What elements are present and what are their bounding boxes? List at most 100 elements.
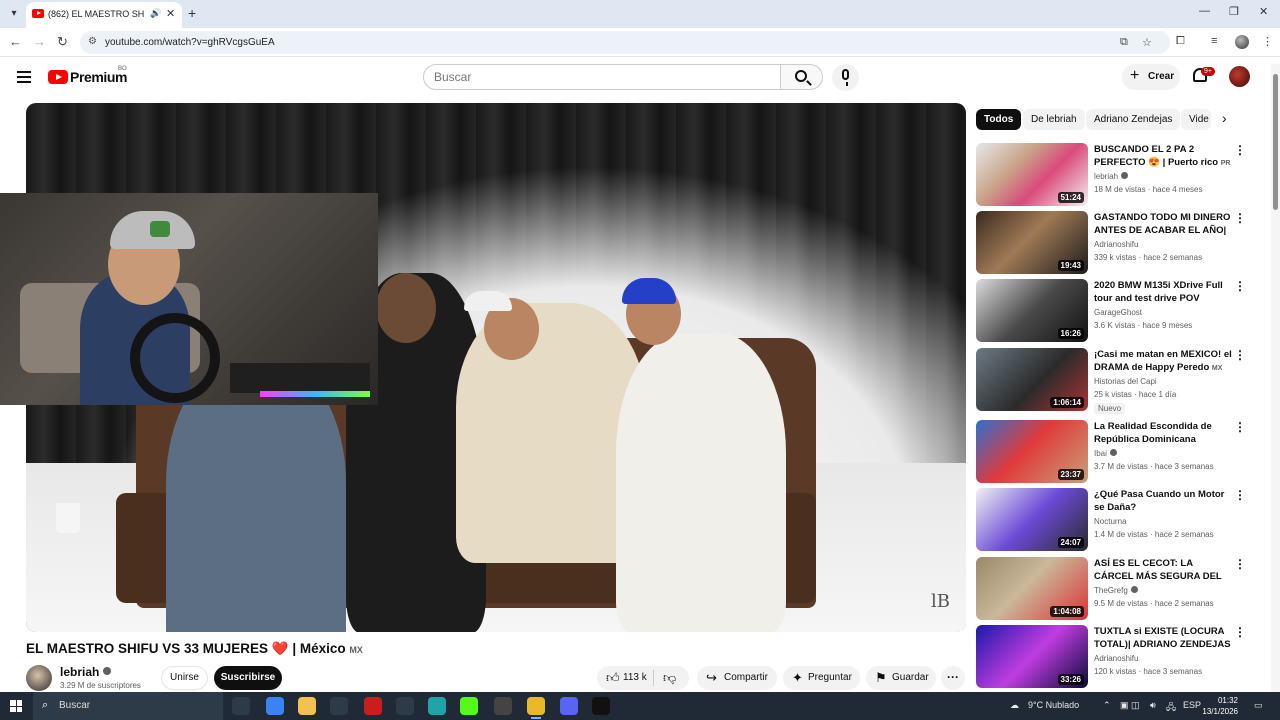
kebab-menu-icon[interactable]: ⋮: [1234, 348, 1246, 362]
create-button[interactable]: + Crear: [1122, 64, 1180, 90]
recommendation-item[interactable]: 16:26 2020 BMW M135i XDrive Full tour and…: [976, 279, 1256, 343]
more-actions-icon[interactable]: ···: [941, 666, 965, 690]
video-thumbnail[interactable]: 51:24: [976, 143, 1088, 206]
app-red-icon[interactable]: [364, 697, 382, 715]
chip-de-lebriah[interactable]: De lebriah: [1023, 109, 1085, 130]
recommendation-channel[interactable]: Ibai: [1094, 449, 1117, 458]
obs-icon[interactable]: [494, 697, 512, 715]
url-text[interactable]: youtube.com/watch?v=ghRVcgsGuEA: [105, 37, 275, 48]
reading-list-icon[interactable]: ≡: [1211, 35, 1217, 47]
recommendation-channel-text[interactable]: Ibai: [1094, 449, 1107, 458]
join-button[interactable]: Unirse: [161, 666, 208, 690]
recommendation-item[interactable]: 33:26 TUXTLA si EXISTE (LOCURA TOTAL)| AD…: [976, 625, 1256, 689]
video-thumbnail[interactable]: 24:07: [976, 488, 1088, 551]
recommendation-title[interactable]: 2020 BMW M135i XDrive Full tour and test…: [1094, 279, 1232, 306]
recommendation-channel-text[interactable]: Adrianoshifu: [1094, 654, 1138, 663]
recommendation-item[interactable]: 24:07 ¿Qué Pasa Cuando un Motor se Daña? …: [976, 488, 1256, 552]
video-thumbnail[interactable]: 1:04:08: [976, 557, 1088, 620]
recommendation-channel[interactable]: Adrianoshifu: [1094, 654, 1138, 663]
dislike-icon[interactable]: 👎︎: [663, 666, 676, 690]
recommendation-title-text[interactable]: 2020 BMW M135i XDrive Full tour and test…: [1094, 280, 1223, 306]
recommendation-channel[interactable]: Historias del Capi: [1094, 377, 1157, 386]
window-close-icon[interactable]: ✕: [1259, 5, 1268, 18]
kick-icon[interactable]: [460, 697, 478, 715]
account-avatar[interactable]: [1229, 66, 1250, 87]
store-icon[interactable]: [330, 697, 348, 715]
channel-watermark[interactable]: lB: [931, 591, 950, 612]
recommendation-title-text[interactable]: ASÍ ES EL CECOT: LA CÁRCEL MÁS SEGURA DE…: [1094, 558, 1222, 584]
video-thumbnail[interactable]: 1:06:14: [976, 348, 1088, 411]
chrome-icon[interactable]: [527, 697, 545, 719]
install-icon[interactable]: ⧉: [1120, 36, 1128, 49]
browser-tab[interactable]: (862) EL MAESTRO SHIFU VS 33 MUJERES 🔊 ✕: [26, 2, 182, 28]
recommendation-channel-text[interactable]: TheGrefg: [1094, 586, 1128, 595]
recommendation-title[interactable]: ¡Casi me matan en MEXICO! el DRAMA de Ha…: [1094, 348, 1232, 375]
recommendation-item[interactable]: 19:43 GASTANDO TODO MI DINERO ANTES DE AC…: [976, 211, 1256, 275]
kebab-menu-icon[interactable]: ⋮: [1234, 279, 1246, 293]
kebab-menu-icon[interactable]: ⋮: [1234, 143, 1246, 157]
like-count[interactable]: 113 k: [623, 666, 647, 690]
copilot-icon[interactable]: [266, 697, 284, 715]
like-icon[interactable]: 👍︎: [606, 666, 620, 690]
recommendation-title[interactable]: BUSCANDO EL 2 PA 2 PERFECTO 😍 | Puerto r…: [1094, 143, 1232, 170]
search-button[interactable]: [781, 64, 823, 90]
chip-videos[interactable]: Vide: [1181, 109, 1211, 130]
chip-todos[interactable]: Todos: [976, 109, 1022, 130]
search-input[interactable]: [434, 70, 764, 84]
back-icon[interactable]: ←: [9, 34, 22, 49]
recommendation-channel-text[interactable]: GarageGhost: [1094, 308, 1142, 317]
new-tab-icon[interactable]: +: [188, 5, 196, 21]
profile-icon[interactable]: [1235, 35, 1249, 49]
recommendation-channel-text[interactable]: Historias del Capi: [1094, 377, 1157, 386]
hamburger-menu-icon[interactable]: [17, 71, 31, 86]
recommendation-channel[interactable]: lebriah: [1094, 172, 1129, 181]
tray-chevron-icon[interactable]: ⌃: [1103, 700, 1111, 711]
recommendation-title-text[interactable]: TUXTLA si EXISTE (LOCURA TOTAL)| ADRIANO…: [1094, 626, 1231, 650]
recommendation-title-text[interactable]: ¿Qué Pasa Cuando un Motor se Daña?: [1094, 489, 1224, 513]
recommendation-channel[interactable]: GarageGhost: [1094, 308, 1142, 317]
file-explorer-icon[interactable]: [298, 697, 316, 715]
close-icon[interactable]: ✕: [166, 7, 175, 20]
notification-center-icon[interactable]: ▭: [1254, 700, 1263, 711]
clock[interactable]: 01:32 13/1/2026: [1198, 695, 1238, 717]
kebab-menu-icon[interactable]: ⋮: [1234, 211, 1246, 225]
chevron-right-icon[interactable]: ›: [1222, 110, 1227, 126]
epic-games-icon[interactable]: [592, 697, 610, 715]
forward-icon[interactable]: →: [33, 34, 46, 49]
recommendation-title[interactable]: ¿Qué Pasa Cuando un Motor se Daña?: [1094, 488, 1232, 515]
video-thumbnail[interactable]: 23:37: [976, 420, 1088, 483]
restore-icon[interactable]: ❐: [1229, 5, 1239, 18]
reload-icon[interactable]: ↻: [57, 34, 68, 50]
taskbar-search[interactable]: ⌕ Buscar: [33, 692, 223, 720]
recommendation-channel-text[interactable]: lebriah: [1094, 172, 1118, 181]
volume-icon[interactable]: 🔊︎: [1150, 700, 1156, 711]
audio-icon[interactable]: 🔊: [150, 8, 161, 19]
recommendation-channel[interactable]: Adrianoshifu: [1094, 240, 1138, 249]
site-info-icon[interactable]: ⚙: [88, 36, 97, 47]
channel-name[interactable]: lebriah: [60, 665, 112, 679]
mail-icon[interactable]: [396, 697, 414, 715]
video-thumbnail[interactable]: 33:26: [976, 625, 1088, 688]
channel-name-text[interactable]: lebriah: [60, 665, 99, 679]
tray-apps-icon[interactable]: ▣ ◫: [1120, 700, 1140, 711]
share-button[interactable]: ↪ Compartir: [697, 666, 777, 690]
minimize-icon[interactable]: —: [1199, 5, 1210, 17]
windows-start-icon[interactable]: [10, 700, 22, 712]
kebab-menu-icon[interactable]: ⋮: [1234, 488, 1246, 502]
recommendation-title[interactable]: La Realidad Escondida de República Domin…: [1094, 420, 1232, 447]
subscribe-button[interactable]: Suscribirse: [214, 666, 282, 690]
save-button[interactable]: ⚑ Guardar: [866, 666, 936, 690]
recommendation-title-text[interactable]: GASTANDO TODO MI DINERO ANTES DE ACABAR …: [1094, 212, 1230, 238]
star-icon[interactable]: ☆: [1142, 36, 1152, 49]
recommendation-channel-text[interactable]: Adrianoshifu: [1094, 240, 1138, 249]
recommendation-title-text[interactable]: BUSCANDO EL 2 PA 2 PERFECTO 😍 | Puerto r…: [1094, 144, 1218, 168]
recommendation-title[interactable]: TUXTLA si EXISTE (LOCURA TOTAL)| ADRIANO…: [1094, 625, 1232, 652]
recommendation-title[interactable]: GASTANDO TODO MI DINERO ANTES DE ACABAR …: [1094, 211, 1232, 238]
recommendation-item[interactable]: 1:04:08 ASÍ ES EL CECOT: LA CÁRCEL MÁS SE…: [976, 557, 1256, 621]
video-thumbnail[interactable]: 16:26: [976, 279, 1088, 342]
recommendation-channel-text[interactable]: Nocturna: [1094, 517, 1126, 526]
weather-icon[interactable]: ☁: [1010, 700, 1019, 711]
recommendation-item[interactable]: 23:37 La Realidad Escondida de República …: [976, 420, 1256, 484]
kebab-menu-icon[interactable]: ⋮: [1262, 35, 1273, 48]
edge-icon[interactable]: [428, 697, 446, 715]
